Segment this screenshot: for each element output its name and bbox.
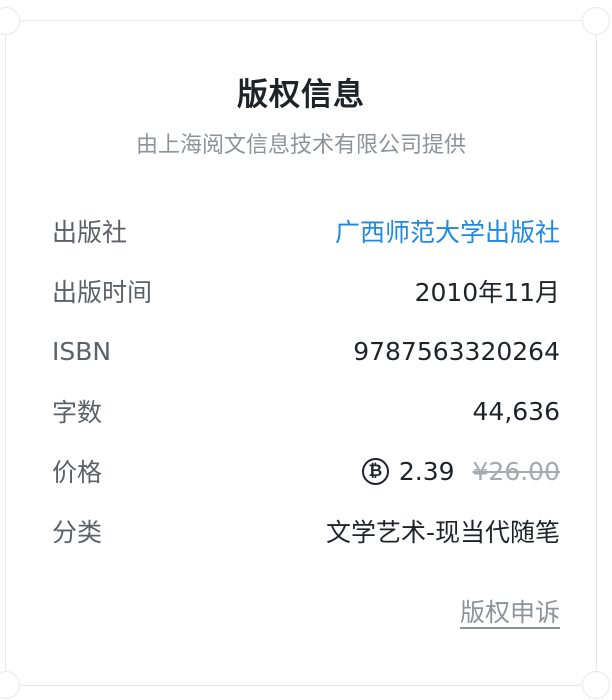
isbn-value: 9787563320264 <box>353 336 560 366</box>
copyright-info-card: 版权信息 由上海阅文信息技术有限公司提供 出版社 广西师范大学出版社 出版时间 … <box>0 7 610 699</box>
info-list: 出版社 广西师范大学出版社 出版时间 2010年11月 ISBN 9787563… <box>52 201 560 561</box>
price-value-group: ₿ 2.39 ¥26.00 <box>361 456 560 486</box>
publish-date-label: 出版时间 <box>52 278 153 307</box>
category-value: 文学艺术-现当代随笔 <box>325 518 560 547</box>
publisher-label: 出版社 <box>52 218 128 247</box>
info-row-word-count: 字数 44,636 <box>52 381 560 441</box>
publisher-link[interactable]: 广西师范大学出版社 <box>335 213 560 249</box>
price-label: 价格 <box>52 458 103 487</box>
copyright-appeal-link[interactable]: 版权申诉 <box>460 593 560 629</box>
original-price: ¥26.00 <box>472 456 560 486</box>
info-row-publish-date: 出版时间 2010年11月 <box>52 261 560 321</box>
info-row-publisher: 出版社 广西师范大学出版社 <box>52 201 560 261</box>
current-price: 2.39 <box>398 456 455 486</box>
provider-subtitle: 由上海阅文信息技术有限公司提供 <box>135 133 466 158</box>
info-row-isbn: ISBN 9787563320264 <box>52 321 560 381</box>
corner-notch <box>0 671 20 699</box>
category-label: 分类 <box>52 518 103 547</box>
page-title: 版权信息 <box>237 77 365 113</box>
word-count-label: 字数 <box>52 398 103 427</box>
isbn-label: ISBN <box>52 336 112 366</box>
info-row-category: 分类 文学艺术-现当代随笔 <box>52 501 560 561</box>
corner-notch <box>0 7 20 35</box>
publish-date-value: 2010年11月 <box>414 278 560 307</box>
coin-icon: ₿ <box>361 457 389 485</box>
info-row-price: 价格 ₿ 2.39 ¥26.00 <box>52 441 560 501</box>
word-count-value: 44,636 <box>472 396 560 426</box>
corner-notch <box>582 7 610 35</box>
corner-notch <box>582 671 610 699</box>
